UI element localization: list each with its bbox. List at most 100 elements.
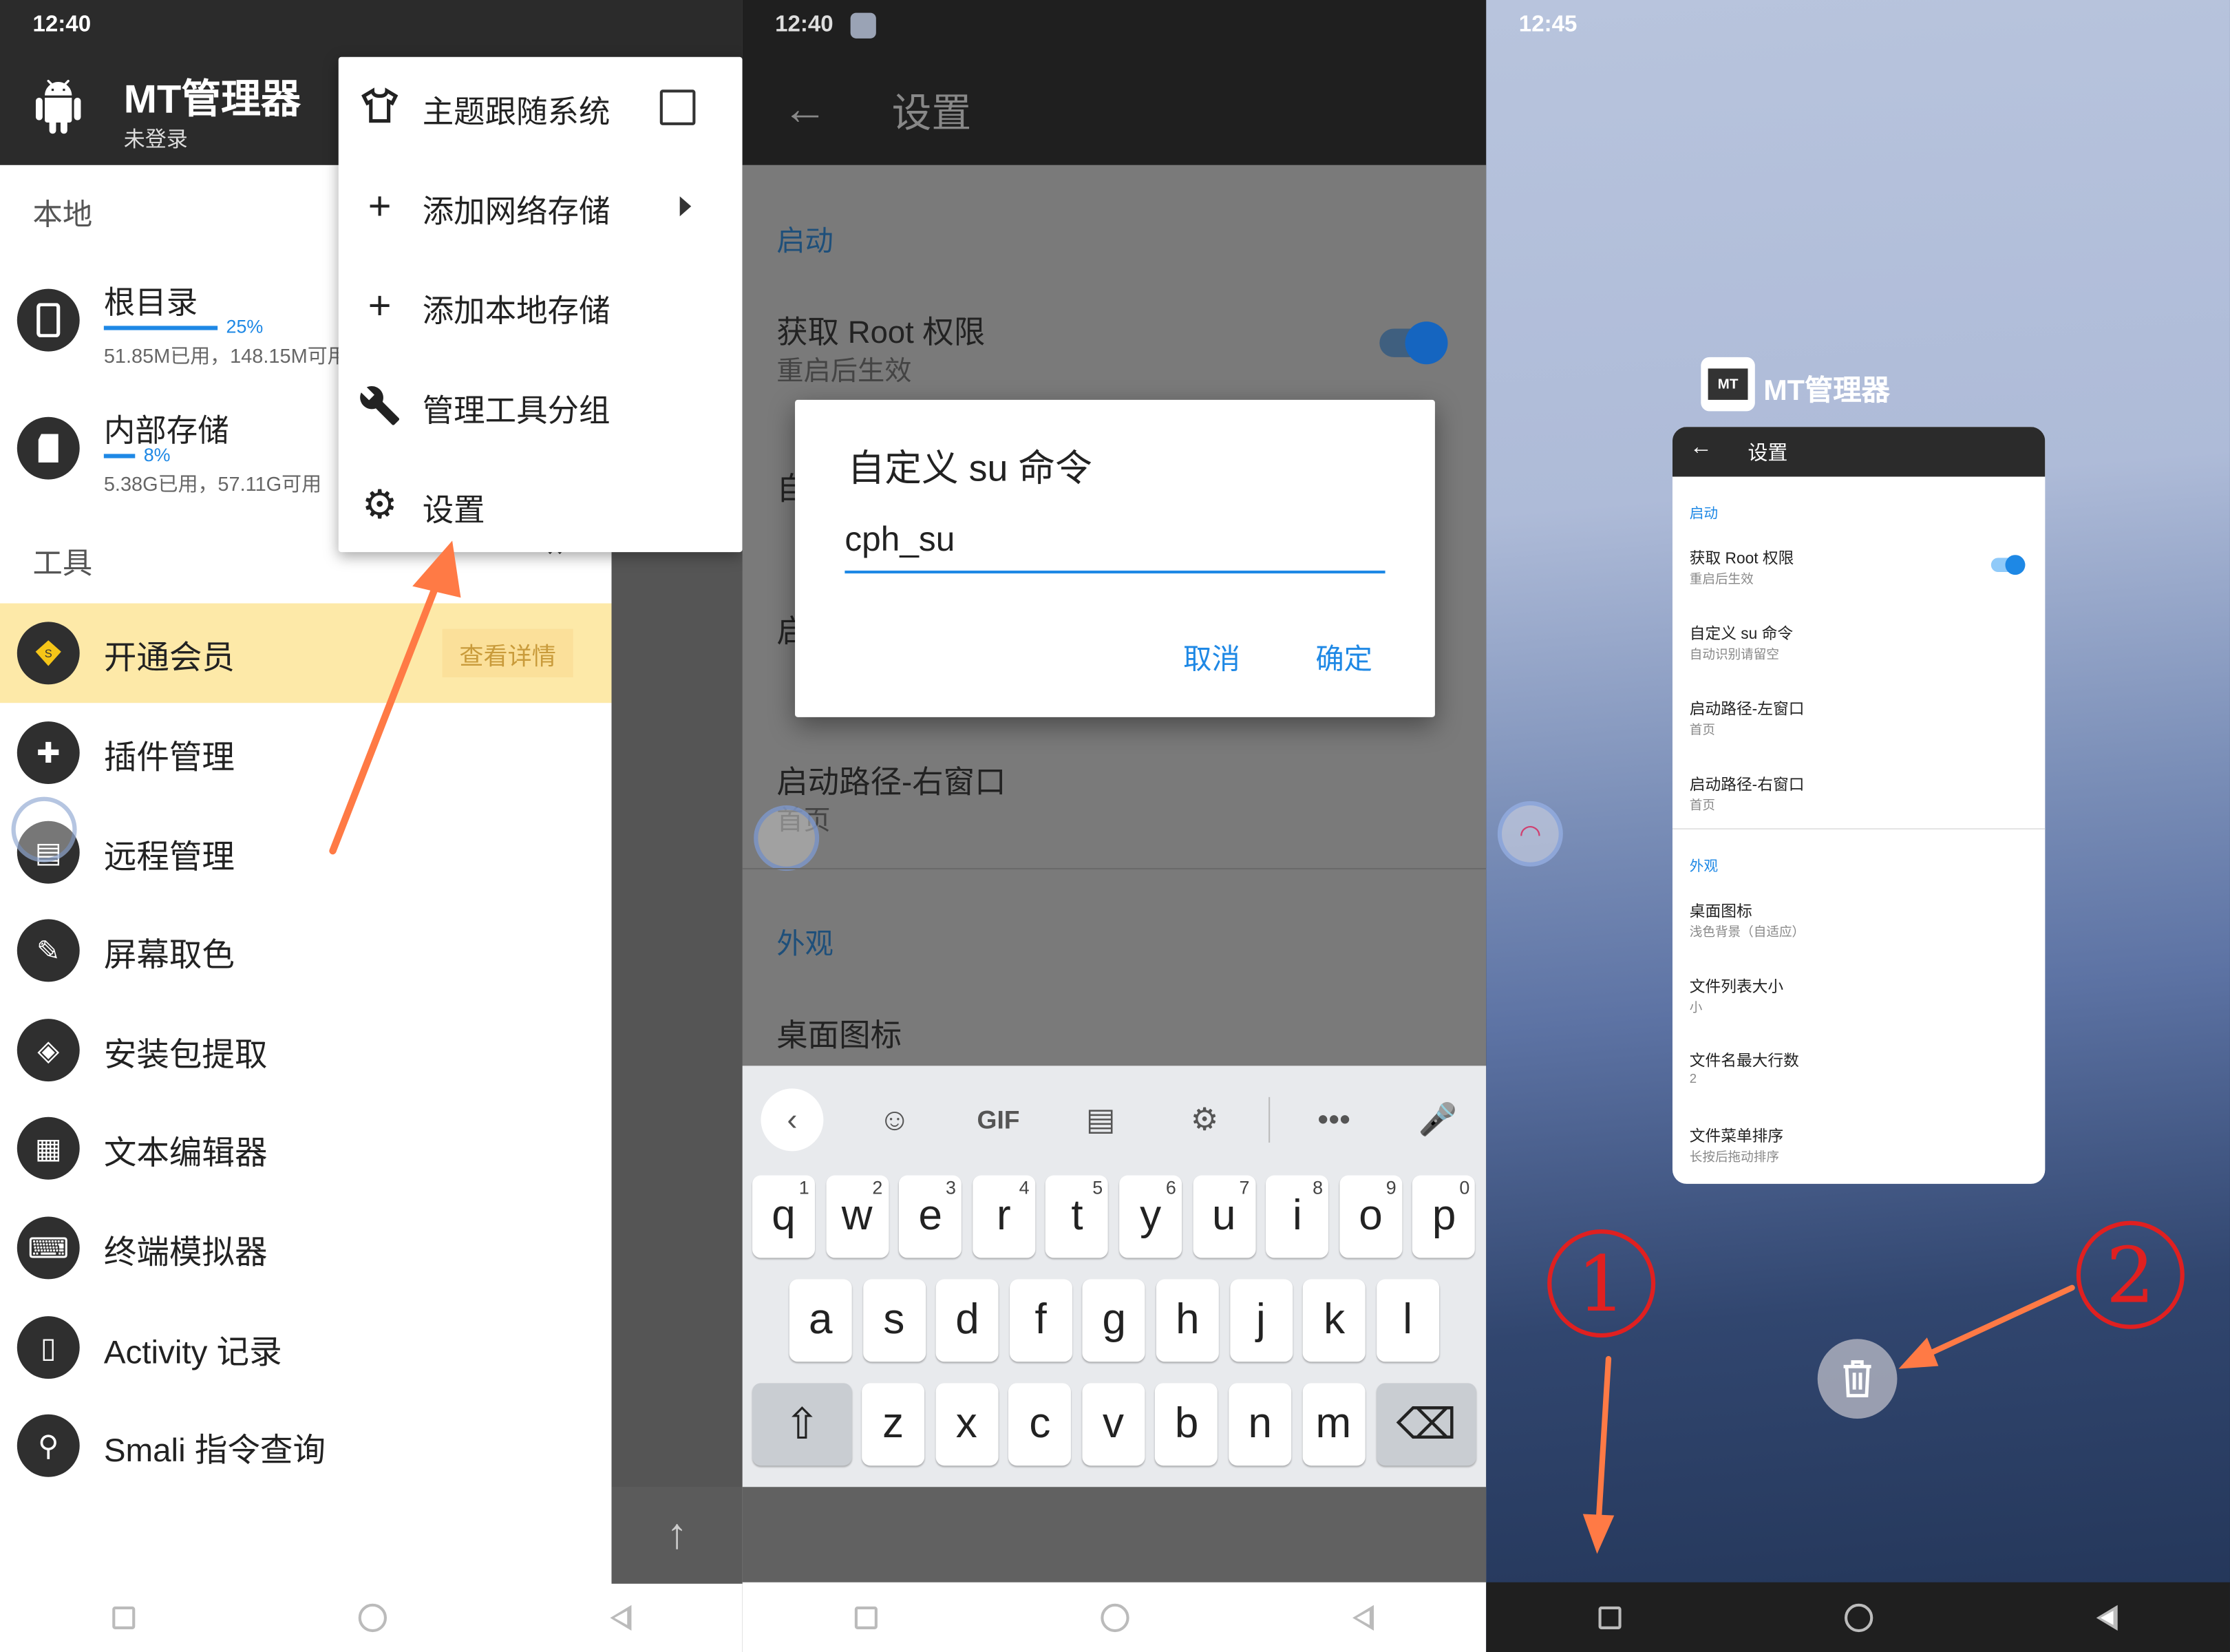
key-o[interactable]: o9 — [1339, 1175, 1402, 1258]
key-w[interactable]: w2 — [825, 1175, 889, 1258]
key-a[interactable]: a — [789, 1279, 852, 1362]
key-label: o — [1359, 1192, 1383, 1240]
key-label: s — [883, 1296, 905, 1344]
key-label: g — [1102, 1296, 1126, 1344]
key-m[interactable]: m — [1302, 1383, 1365, 1466]
su-command-input[interactable]: cph_su — [845, 521, 955, 561]
mt-main-screen: 12:40 MT管理器 未登录 本地 根目录 25% 51.85M已用，148.… — [0, 0, 743, 1652]
key-label: m — [1315, 1400, 1352, 1448]
key-label: v — [1102, 1400, 1124, 1448]
key-label: y — [1140, 1192, 1162, 1240]
keyboard-back-icon[interactable]: ‹ — [761, 1088, 824, 1152]
back-button[interactable] — [2096, 1604, 2118, 1630]
key-label: b — [1174, 1400, 1199, 1448]
key-c[interactable]: c — [1008, 1383, 1072, 1466]
home-button[interactable] — [357, 1602, 387, 1632]
key-s[interactable]: s — [862, 1279, 926, 1362]
back-button[interactable] — [609, 1604, 631, 1630]
ok-button[interactable]: 确定 — [1315, 636, 1372, 677]
input-underline — [845, 570, 1385, 574]
key-i[interactable]: i8 — [1266, 1175, 1329, 1258]
key-h[interactable]: h — [1156, 1279, 1219, 1362]
root-title: 获取 Root 权限 — [776, 314, 986, 350]
key-label: ⌫ — [1396, 1401, 1457, 1448]
root-subtitle: 重启后生效 — [776, 357, 912, 388]
key-hint: 1 — [798, 1176, 809, 1198]
key-v[interactable]: v — [1082, 1383, 1145, 1466]
key-g[interactable]: g — [1083, 1279, 1146, 1362]
floating-ball[interactable] — [754, 805, 820, 871]
key-hint: 3 — [945, 1176, 956, 1198]
more-icon[interactable]: ••• — [1303, 1088, 1366, 1151]
keyboard-settings-icon[interactable]: ⚙ — [1174, 1088, 1236, 1151]
key-label: n — [1248, 1400, 1272, 1448]
key-label: d — [955, 1296, 979, 1344]
key-label: k — [1324, 1296, 1346, 1344]
key-hint: 8 — [1313, 1176, 1324, 1198]
key-t[interactable]: t5 — [1045, 1175, 1109, 1258]
key-n[interactable]: n — [1229, 1383, 1292, 1466]
key-p[interactable]: p0 — [1412, 1175, 1476, 1258]
gif-button[interactable]: GIF — [967, 1088, 1030, 1151]
shift-key[interactable]: ⇧ — [752, 1383, 852, 1466]
key-label: p — [1432, 1192, 1456, 1240]
section-start: 启动 — [776, 226, 833, 258]
nav-bar — [0, 1582, 743, 1652]
annotation-arrows — [1582, 1284, 2075, 1554]
toolbar-divider — [1268, 1097, 1271, 1143]
settings-toolbar: 12:40 ← 设置 — [742, 0, 1487, 165]
root-toggle-knob — [1405, 321, 1448, 365]
key-label: u — [1212, 1192, 1236, 1240]
dialog-title: 自定义 su 命令 — [847, 447, 1092, 490]
key-q[interactable]: q1 — [752, 1175, 815, 1258]
key-label: c — [1029, 1400, 1051, 1448]
recents-button[interactable] — [854, 1605, 878, 1629]
key-hint: 0 — [1459, 1176, 1470, 1198]
key-x[interactable]: x — [935, 1383, 998, 1466]
key-label: f — [1034, 1296, 1047, 1344]
keyboard-bottom-strip — [742, 1487, 1487, 1584]
notification-icon — [850, 12, 876, 39]
key-r[interactable]: r4 — [972, 1175, 1035, 1258]
key-hint: 6 — [1165, 1176, 1176, 1198]
scroll-up-icon[interactable]: ↑ — [611, 1487, 743, 1584]
recents-button[interactable] — [111, 1605, 135, 1629]
key-label: z — [882, 1400, 904, 1448]
key-f[interactable]: f — [1009, 1279, 1072, 1362]
settings-title: 设置 — [891, 91, 972, 136]
sticker-icon[interactable]: ☺ — [863, 1088, 926, 1151]
home-button[interactable] — [1101, 1602, 1129, 1632]
key-label: a — [809, 1296, 833, 1344]
key-label: t — [1071, 1192, 1083, 1240]
desktop-icon-title: 桌面图标 — [776, 1017, 902, 1053]
key-label: e — [918, 1192, 942, 1240]
backspace-key[interactable]: ⌫ — [1377, 1383, 1476, 1466]
back-button[interactable] — [1352, 1604, 1374, 1630]
home-button[interactable] — [1844, 1602, 1873, 1632]
key-l[interactable]: l — [1376, 1279, 1439, 1362]
clipboard-icon[interactable]: ▤ — [1070, 1088, 1132, 1151]
key-y[interactable]: y6 — [1119, 1175, 1182, 1258]
key-hint: 9 — [1385, 1176, 1397, 1198]
key-hint: 7 — [1239, 1176, 1250, 1198]
recents-button[interactable] — [1597, 1605, 1621, 1629]
key-j[interactable]: j — [1229, 1279, 1293, 1362]
nav-bar — [742, 1582, 1487, 1652]
mic-icon[interactable]: 🎤 — [1407, 1088, 1469, 1151]
key-d[interactable]: d — [936, 1279, 999, 1362]
key-e[interactable]: e3 — [899, 1175, 962, 1258]
divider — [742, 867, 1487, 870]
recents-screen: 12:45 MT MT管理器 ← 设置 启动 获取 Root 权限 重启后生效 … — [1486, 0, 2230, 1652]
section-look: 外观 — [776, 929, 833, 961]
key-z[interactable]: z — [862, 1383, 925, 1466]
key-b[interactable]: b — [1155, 1383, 1218, 1466]
key-hint: 5 — [1092, 1176, 1103, 1198]
key-hint: 2 — [872, 1176, 883, 1198]
cancel-button[interactable]: 取消 — [1183, 636, 1240, 677]
key-u[interactable]: u7 — [1192, 1175, 1255, 1258]
key-hint: 4 — [1019, 1176, 1030, 1198]
key-label: x — [955, 1400, 977, 1448]
back-arrow-icon[interactable]: ← — [782, 83, 827, 135]
key-k[interactable]: k — [1303, 1279, 1366, 1362]
key-label: j — [1256, 1296, 1266, 1344]
